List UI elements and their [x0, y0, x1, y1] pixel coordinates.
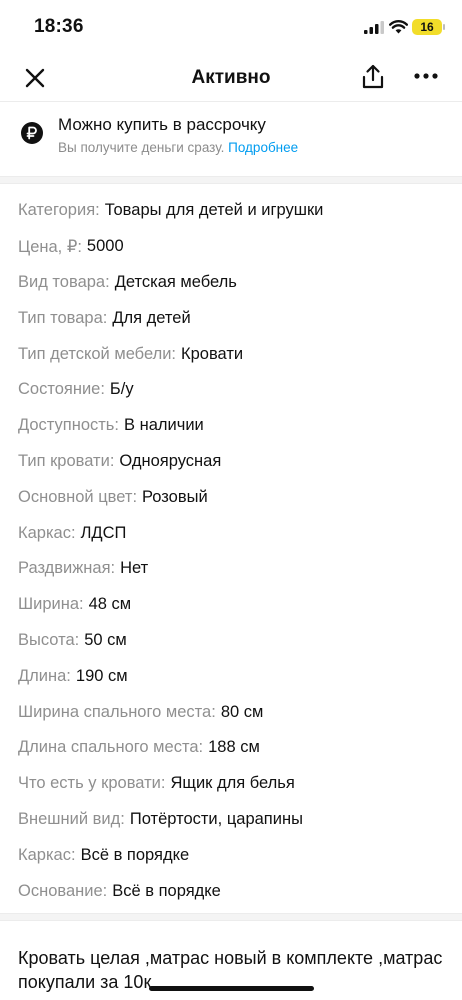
home-indicator[interactable]: [149, 986, 314, 991]
param-value: Всё в порядке: [112, 881, 221, 900]
installment-subtitle: Вы получите деньги сразу.: [58, 140, 225, 155]
param-value: Детская мебель: [114, 272, 237, 291]
param-key: Основание:: [18, 881, 108, 900]
param-row: Что есть у кровати: Ящик для белья: [18, 766, 448, 802]
param-value: 188 см: [208, 738, 260, 757]
param-value: 50 см: [84, 630, 127, 649]
param-row: Основной цвет: Розовый: [18, 479, 448, 515]
share-icon[interactable]: [361, 64, 385, 90]
param-row: Тип кровати: Одноярусная: [18, 444, 448, 480]
param-row: Ширина: 48 см: [18, 587, 448, 623]
param-key: Каркас:: [18, 523, 76, 542]
status-bar: 18:36 16: [0, 0, 462, 54]
param-value: 5000: [86, 237, 124, 256]
signal-icon: [364, 21, 384, 34]
param-key: Высота:: [18, 630, 80, 649]
param-value: Одноярусная: [119, 451, 222, 470]
installment-banner[interactable]: Можно купить в рассрочку Вы получите ден…: [0, 103, 462, 176]
param-row: Раздвижная: Нет: [18, 551, 448, 587]
param-row: Ширина спального места: 80 см: [18, 694, 448, 730]
param-row: Тип детской мебели: Кровати: [18, 336, 448, 372]
param-key: Состояние:: [18, 380, 105, 399]
param-value: ЛДСП: [80, 523, 127, 542]
section-divider: [0, 176, 462, 184]
param-key: Раздвижная:: [18, 559, 116, 578]
param-key: Длина:: [18, 666, 71, 685]
param-key: Вид товара:: [18, 272, 110, 291]
param-key: Категория:: [18, 201, 100, 220]
param-key: Цена, ₽:: [18, 237, 82, 256]
param-row: Доступность: В наличии: [18, 408, 448, 444]
param-row: Длина: 190 см: [18, 658, 448, 694]
param-value: Розовый: [142, 487, 208, 506]
installment-title: Можно купить в рассрочку: [58, 115, 266, 134]
param-row: Каркас: Всё в порядке: [18, 837, 448, 873]
param-key: Доступность:: [18, 416, 119, 435]
param-key: Основной цвет:: [18, 487, 138, 506]
battery-level: 16: [420, 20, 434, 34]
param-value: Нет: [120, 559, 149, 578]
param-row: Категория: Товары для детей и игрушки: [18, 193, 448, 229]
param-row: Каркас: ЛДСП: [18, 515, 448, 551]
param-key: Ширина:: [18, 595, 84, 614]
param-key: Ширина спального места:: [18, 702, 216, 721]
param-row: Высота: 50 см: [18, 623, 448, 659]
param-row: Цена, ₽: 5000: [18, 229, 448, 265]
param-value: 48 см: [88, 595, 132, 614]
param-row: Тип товара: Для детей: [18, 300, 448, 336]
section-divider: [0, 913, 462, 921]
param-value: Б/у: [109, 380, 134, 399]
param-key: Тип детской мебели:: [18, 344, 177, 363]
param-value: В наличии: [124, 416, 204, 435]
param-key: Длина спального места:: [18, 738, 204, 757]
param-value: 80 см: [220, 702, 264, 721]
param-key: Что есть у кровати:: [18, 774, 166, 793]
wifi-icon: [389, 20, 408, 34]
status-time: 18:36: [34, 16, 84, 37]
param-key: Тип кровати:: [18, 451, 115, 470]
params-list: Категория: Товары для детей и игрушки Цен…: [18, 184, 448, 909]
param-key: Внешний вид:: [18, 809, 125, 828]
installment-subtitle-row: Вы получите деньги сразу. Подробнее: [58, 140, 298, 155]
param-row: Внешний вид: Потёртости, царапины: [18, 802, 448, 838]
more-icon[interactable]: [414, 72, 438, 80]
param-row: Вид товара: Детская мебель: [18, 265, 448, 301]
ruble-icon: [21, 122, 43, 144]
param-row: Состояние: Б/у: [18, 372, 448, 408]
param-key: Каркас:: [18, 845, 76, 864]
param-value: Ящик для белья: [170, 774, 295, 793]
more-details-link[interactable]: Подробнее: [228, 140, 298, 155]
battery-indicator: 16: [412, 19, 445, 35]
nav-bar: Активно: [0, 54, 462, 102]
param-value: Кровати: [181, 344, 244, 363]
param-value: Для детей: [112, 308, 191, 327]
page-title: Активно: [191, 67, 271, 88]
param-key: Тип товара:: [18, 308, 108, 327]
param-row: Длина спального места: 188 см: [18, 730, 448, 766]
param-value: Товары для детей и игрушки: [104, 201, 324, 220]
param-row: Основание: Всё в порядке: [18, 873, 448, 909]
param-value: Потёртости, царапины: [129, 809, 303, 828]
param-value: 190 см: [75, 666, 128, 685]
param-value: Всё в порядке: [80, 845, 190, 864]
